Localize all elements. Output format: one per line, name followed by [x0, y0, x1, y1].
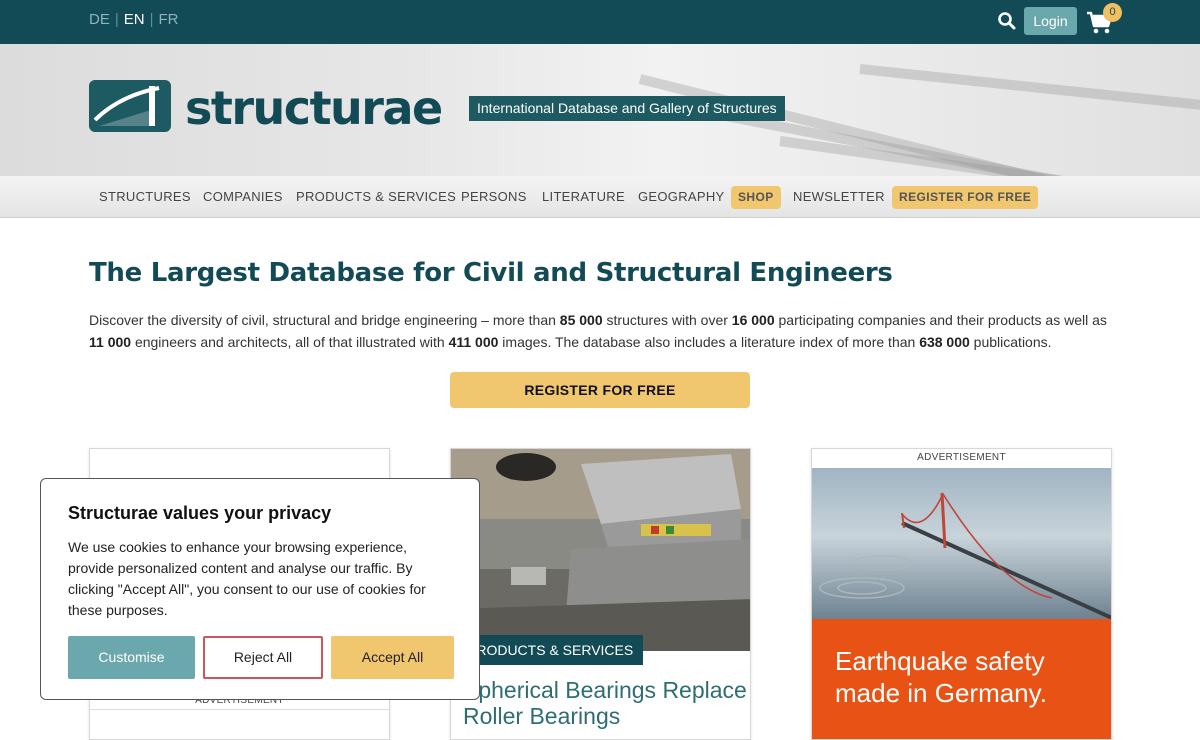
lang-fr[interactable]: FR — [159, 11, 179, 28]
cookie-consent-dialog: Structurae values your privacy We use co… — [40, 478, 480, 700]
divider — [90, 709, 389, 710]
stat-persons: 11 000 — [89, 334, 132, 350]
nav-products-services[interactable]: PRODUCTS & SERVICES — [296, 189, 456, 204]
lang-separator: | — [149, 11, 154, 28]
cookie-title: Structurae values your privacy — [68, 503, 332, 523]
product-card-title[interactable]: Spherical Bearings Replace Roller Bearin… — [463, 677, 750, 729]
login-button[interactable]: Login — [1024, 7, 1077, 35]
nav-companies[interactable]: COMPANIES — [203, 189, 283, 204]
main-nav: STRUCTURES COMPANIES PRODUCTS & SERVICES… — [0, 176, 1200, 218]
language-switcher: DE | EN | FR — [89, 11, 179, 28]
lang-de[interactable]: DE — [89, 11, 110, 28]
top-bar: DE | EN | FR Login 0 — [0, 0, 1200, 44]
nav-persons[interactable]: PERSONS — [461, 189, 527, 204]
accept-all-button[interactable]: Accept All — [331, 636, 454, 679]
intro-text: participating companies and their produc… — [774, 312, 1107, 328]
product-card[interactable]: PRODUCTS & SERVICES Spherical Bearings R… — [450, 448, 751, 740]
ad-card-right[interactable]: ADVERTISEMENT Earthquake safety made in … — [811, 448, 1112, 740]
bridge-image — [812, 468, 1111, 620]
lang-separator: | — [114, 11, 119, 28]
intro-text: images. The database also includes a lit… — [498, 334, 920, 350]
ad-slogan: Earthquake safety made in Germany. — [835, 646, 1047, 708]
intro-text: publications. — [969, 334, 1052, 350]
stat-publications: 638 000 — [919, 334, 970, 350]
structurae-logo[interactable]: structurae — [89, 80, 449, 135]
cart-count-badge: 0 — [1103, 3, 1122, 22]
lang-en[interactable]: EN — [124, 11, 145, 28]
intro-paragraph: Discover the diversity of civil, structu… — [89, 309, 1114, 353]
logo-wordmark: structurae — [185, 81, 442, 134]
nav-literature[interactable]: LITERATURE — [542, 189, 625, 204]
intro-text: Discover the diversity of civil, structu… — [89, 312, 560, 328]
stat-images: 411 000 — [448, 334, 499, 350]
nav-geography[interactable]: GEOGRAPHY — [638, 189, 725, 204]
bearing-photo — [451, 449, 750, 651]
cookie-description: We use cookies to enhance your browsing … — [68, 539, 426, 618]
advertisement-label: ADVERTISEMENT — [917, 452, 1006, 463]
nav-newsletter[interactable]: NEWSLETTER — [793, 189, 885, 204]
stat-companies: 16 000 — [731, 312, 775, 328]
stat-structures: 85 000 — [559, 312, 603, 328]
page-headline: The Largest Database for Civil and Struc… — [89, 258, 893, 288]
header-banner: structurae International Database and Ga… — [0, 44, 1200, 176]
nav-structures[interactable]: STRUCTURES — [99, 189, 191, 204]
register-button[interactable]: REGISTER FOR FREE — [450, 372, 750, 408]
customise-button[interactable]: Customise — [68, 636, 195, 679]
intro-text: engineers and architects, all of that il… — [131, 334, 449, 350]
banner-beam — [859, 64, 1200, 116]
nav-register[interactable]: REGISTER FOR FREE — [892, 186, 1039, 209]
site-tagline: International Database and Gallery of St… — [469, 96, 785, 121]
nav-shop[interactable]: SHOP — [731, 186, 781, 209]
ad-orange-panel: Earthquake safety made in Germany. — [812, 619, 1111, 739]
reject-all-button[interactable]: Reject All — [203, 636, 323, 679]
intro-text: structures with over — [602, 312, 732, 328]
search-icon[interactable] — [997, 11, 1017, 31]
